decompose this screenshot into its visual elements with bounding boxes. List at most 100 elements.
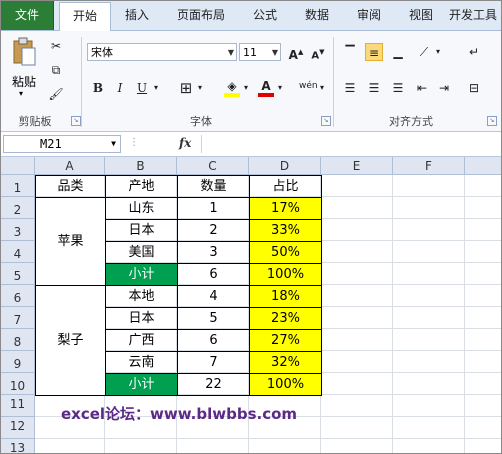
formula-bar-handle-icon[interactable]: ⋮ — [129, 137, 139, 151]
origin-cell[interactable]: 日本 — [105, 307, 178, 330]
bold-button[interactable]: B — [89, 79, 107, 97]
font-launcher-icon[interactable]: ↘ — [321, 116, 331, 126]
merge-center-icon[interactable]: ⊟ — [465, 79, 483, 97]
row-header-8[interactable]: 8 — [1, 329, 35, 351]
table-header-cell[interactable]: 品类 — [35, 175, 106, 198]
category-cell[interactable]: 梨子 — [35, 285, 106, 396]
percent-cell[interactable]: 23% — [249, 307, 322, 330]
cell[interactable] — [321, 263, 393, 285]
copy-icon[interactable]: ⧉ — [47, 61, 65, 79]
cell[interactable] — [393, 307, 465, 329]
row-header-10[interactable]: 10 — [1, 373, 35, 395]
tab-file[interactable]: 文件 — [1, 1, 54, 30]
cell[interactable] — [249, 439, 321, 453]
cell[interactable] — [35, 439, 105, 453]
chevron-down-icon[interactable]: ▾ — [195, 79, 205, 97]
cell[interactable] — [321, 219, 393, 241]
percent-cell[interactable]: 17% — [249, 197, 322, 220]
cell[interactable] — [465, 351, 501, 373]
align-left-icon[interactable]: ☰ — [341, 79, 359, 97]
row-header-7[interactable]: 7 — [1, 307, 35, 329]
cell[interactable] — [393, 373, 465, 395]
percent-cell[interactable]: 50% — [249, 241, 322, 264]
table-header-cell[interactable]: 占比 — [249, 175, 322, 198]
origin-cell[interactable]: 小计 — [105, 263, 178, 286]
tab-view[interactable]: 视图 — [397, 1, 445, 30]
tab-home[interactable]: 开始 — [59, 2, 111, 32]
tab-formulas[interactable]: 公式 — [241, 1, 289, 30]
align-center-icon[interactable]: ☰ — [365, 79, 383, 97]
cell[interactable] — [321, 439, 393, 453]
percent-cell[interactable]: 18% — [249, 285, 322, 308]
origin-cell[interactable]: 小计 — [105, 373, 178, 396]
category-cell[interactable]: 苹果 — [35, 197, 106, 286]
origin-cell[interactable]: 本地 — [105, 285, 178, 308]
format-painter-icon[interactable]: 🖌 — [47, 85, 65, 103]
percent-cell[interactable]: 100% — [249, 373, 322, 396]
cell[interactable] — [465, 307, 501, 329]
cell[interactable] — [465, 175, 501, 197]
quantity-cell[interactable]: 6 — [177, 329, 250, 352]
tab-data[interactable]: 数据 — [293, 1, 341, 30]
row-header-12[interactable]: 12 — [1, 417, 35, 439]
cell[interactable] — [321, 175, 393, 197]
phonetic-icon[interactable]: wén — [299, 77, 318, 95]
cell[interactable] — [465, 417, 501, 439]
font-size-combo[interactable]: 11 ▼ — [239, 43, 281, 61]
row-header-3[interactable]: 3 — [1, 219, 35, 241]
cell[interactable] — [321, 241, 393, 263]
insert-function-icon[interactable]: fx — [179, 136, 191, 150]
cell[interactable] — [393, 285, 465, 307]
column-header-C[interactable]: C — [177, 157, 249, 175]
cell[interactable] — [465, 241, 501, 263]
column-header-F[interactable]: F — [393, 157, 465, 175]
column-header-E[interactable]: E — [321, 157, 393, 175]
clipboard-launcher-icon[interactable]: ↘ — [71, 116, 81, 126]
cell[interactable] — [321, 307, 393, 329]
align-bottom-icon[interactable]: ▁ — [389, 43, 407, 61]
font-name-combo[interactable]: 宋体 ▼ — [87, 43, 237, 61]
tab-review[interactable]: 审阅 — [345, 1, 393, 30]
align-top-icon[interactable]: ▔ — [341, 43, 359, 61]
cell[interactable] — [465, 439, 501, 453]
row-header-4[interactable]: 4 — [1, 241, 35, 263]
table-header-cell[interactable]: 产地 — [105, 175, 178, 198]
cell[interactable] — [465, 329, 501, 351]
cell[interactable] — [465, 219, 501, 241]
cell[interactable] — [393, 329, 465, 351]
increase-indent-icon[interactable]: ⇥ — [435, 79, 453, 97]
quantity-cell[interactable]: 6 — [177, 263, 250, 286]
name-box[interactable]: M21 ▼ — [3, 135, 121, 153]
origin-cell[interactable]: 美国 — [105, 241, 178, 264]
cell[interactable] — [465, 395, 501, 417]
quantity-cell[interactable]: 2 — [177, 219, 250, 242]
cell[interactable] — [321, 395, 393, 417]
paste-button[interactable]: 粘贴 ▾ — [7, 35, 41, 98]
percent-cell[interactable]: 100% — [249, 263, 322, 286]
cell[interactable] — [393, 417, 465, 439]
cell[interactable] — [393, 439, 465, 453]
cell[interactable] — [321, 373, 393, 395]
chevron-down-icon[interactable]: ▾ — [151, 79, 161, 97]
cell[interactable] — [393, 175, 465, 197]
cell[interactable] — [393, 219, 465, 241]
cell[interactable] — [321, 351, 393, 373]
cell[interactable] — [465, 373, 501, 395]
cell[interactable] — [393, 351, 465, 373]
origin-cell[interactable]: 云南 — [105, 351, 178, 374]
cell[interactable] — [393, 395, 465, 417]
underline-button[interactable]: U — [133, 79, 151, 97]
chevron-down-icon[interactable]: ▾ — [433, 43, 443, 61]
percent-cell[interactable]: 32% — [249, 351, 322, 374]
row-header-1[interactable]: 1 — [1, 175, 35, 197]
quantity-cell[interactable]: 4 — [177, 285, 250, 308]
table-header-cell[interactable]: 数量 — [177, 175, 250, 198]
tab-page-layout[interactable]: 页面布局 — [165, 1, 237, 30]
column-header-B[interactable]: B — [105, 157, 177, 175]
chevron-down-icon[interactable]: ▾ — [241, 79, 251, 97]
row-header-9[interactable]: 9 — [1, 351, 35, 373]
decrease-indent-icon[interactable]: ⇤ — [413, 79, 431, 97]
cell[interactable] — [393, 241, 465, 263]
grow-font-icon[interactable]: A▲ — [287, 43, 305, 62]
chevron-down-icon[interactable]: ▾ — [317, 79, 327, 97]
